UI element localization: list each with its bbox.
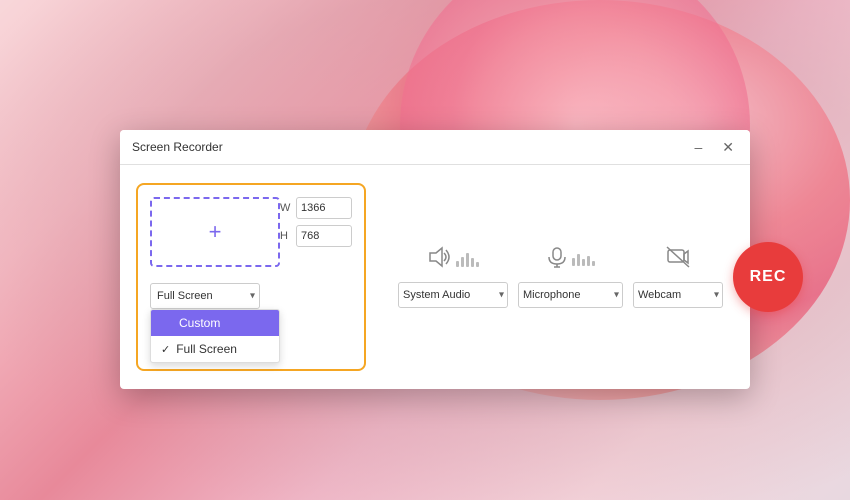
microphone-icon-row [546, 246, 595, 274]
bar-3 [466, 253, 469, 267]
system-audio-select[interactable]: System Audio [398, 282, 508, 308]
dropdown-item-custom[interactable]: Custom [151, 310, 279, 336]
mic-bar-5 [592, 261, 595, 266]
mic-bar-3 [582, 259, 585, 266]
screen-recorder-window: Screen Recorder – ✕ + W [120, 130, 750, 389]
system-audio-select-wrapper: System Audio [398, 282, 508, 308]
mode-dropdown-row: Full Screen Custom Custom Full Screen [150, 283, 352, 309]
mode-select-wrapper: Full Screen Custom [150, 283, 260, 309]
webcam-select-wrapper: Webcam [633, 282, 723, 308]
system-audio-bars [456, 253, 479, 267]
rec-label: REC [750, 268, 787, 286]
system-audio-group: System Audio [398, 246, 508, 308]
webcam-icon-row [666, 246, 690, 274]
mic-bar-2 [577, 254, 580, 266]
bar-5 [476, 262, 479, 267]
mode-select[interactable]: Full Screen Custom [150, 283, 260, 309]
bar-1 [456, 261, 459, 267]
bar-4 [471, 258, 474, 267]
dropdown-item-fullscreen[interactable]: Full Screen [151, 336, 279, 362]
title-controls: – ✕ [690, 138, 738, 156]
window-title: Screen Recorder [132, 140, 223, 154]
webcam-select[interactable]: Webcam [633, 282, 723, 308]
add-area-icon: + [209, 221, 222, 243]
microphone-group: Microphone [518, 246, 623, 308]
mic-bar-4 [587, 256, 590, 266]
record-area-panel: + W H Full Scre [136, 183, 366, 371]
bar-2 [461, 257, 464, 267]
close-button[interactable]: ✕ [718, 138, 738, 156]
minimize-button[interactable]: – [690, 138, 706, 156]
fullscreen-option-label: Full Screen [176, 342, 237, 356]
system-audio-icon-row [428, 246, 479, 274]
title-bar: Screen Recorder – ✕ [120, 130, 750, 165]
microphone-select[interactable]: Microphone [518, 282, 623, 308]
speaker-icon [428, 246, 452, 274]
microphone-icon [546, 246, 568, 274]
width-label: W [280, 202, 292, 214]
mic-bar-1 [572, 258, 575, 266]
main-content: + W H Full Scre [120, 165, 750, 389]
width-row: W [280, 197, 352, 219]
area-preview[interactable]: + [150, 197, 280, 267]
microphone-bars [572, 254, 595, 266]
av-controls: System Audio [398, 242, 803, 312]
custom-option-label: Custom [179, 316, 220, 330]
height-row: H [280, 225, 352, 247]
rec-button[interactable]: REC [733, 242, 803, 312]
webcam-icon [666, 246, 690, 274]
mode-dropdown-menu: Custom Full Screen [150, 309, 280, 363]
height-input[interactable] [296, 225, 352, 247]
microphone-select-wrapper: Microphone [518, 282, 623, 308]
width-input[interactable] [296, 197, 352, 219]
height-label: H [280, 230, 292, 242]
dimensions-panel: W H [280, 197, 352, 247]
webcam-group: Webcam [633, 246, 723, 308]
